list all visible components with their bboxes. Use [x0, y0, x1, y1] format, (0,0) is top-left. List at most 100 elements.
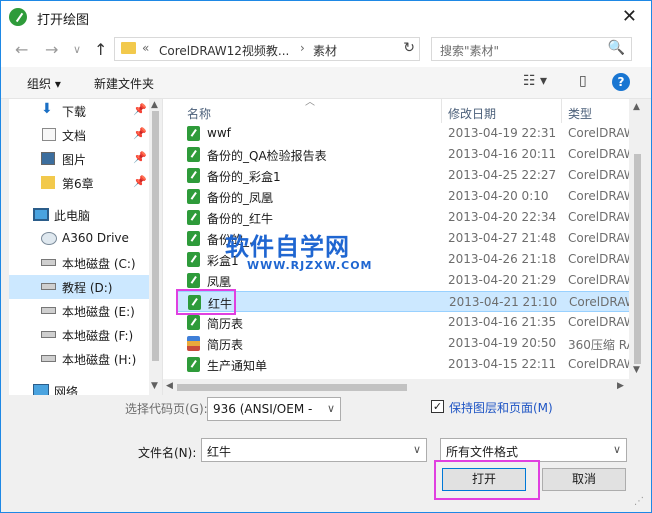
file-date: 2013-04-15 22:11: [448, 357, 557, 371]
up-arrow-icon[interactable]: ↑: [94, 40, 107, 59]
sidebar-item-label: 文档: [62, 129, 87, 143]
cancel-button[interactable]: 取消: [542, 468, 626, 491]
file-row[interactable]: 简历表 2013-04-16 21:35 CorelDRAW: [177, 312, 636, 333]
chevron-down-icon: ∨: [612, 443, 621, 456]
file-name: 简历表: [207, 338, 244, 352]
coreldraw-file-icon: [187, 231, 200, 246]
coreldraw-file-icon: [187, 273, 200, 288]
file-row[interactable]: 凤凰 2013-04-20 21:29 CorelDRAW: [177, 270, 636, 291]
sidebar-item-drive-c[interactable]: 本地磁盘 (C:): [9, 251, 149, 275]
scroll-right-icon[interactable]: ▶: [617, 381, 624, 391]
codepage-value: 936 (ANSI/OEM -: [213, 402, 313, 416]
address-separator[interactable]: ›: [300, 41, 305, 55]
filename-value: 红牛: [207, 445, 232, 459]
file-date: 2013-04-20 21:29: [448, 273, 557, 287]
file-type: CorelDRAW: [568, 147, 636, 161]
file-row[interactable]: 备份的_彩盒1 2013-04-25 22:27 CorelDRAW: [177, 165, 636, 186]
sidebar-item-chapter6[interactable]: 第6章 📌: [9, 171, 149, 195]
file-date: 2013-04-25 22:27: [448, 168, 557, 182]
scroll-up-icon[interactable]: ▲: [633, 102, 640, 112]
file-type: CorelDRAW: [568, 273, 636, 287]
back-arrow-icon[interactable]: ←: [15, 40, 28, 59]
file-row[interactable]: 生产通知单 2013-04-15 22:11 CorelDRAW: [177, 354, 636, 375]
preview-pane-icon[interactable]: ▯: [579, 73, 587, 89]
sidebar-item-documents[interactable]: 文档 📌: [9, 123, 149, 147]
resize-grip-icon[interactable]: ⋰: [634, 496, 644, 507]
coreldraw-file-icon: [187, 357, 200, 372]
scroll-thumb[interactable]: [634, 154, 641, 364]
forward-arrow-icon[interactable]: →: [45, 40, 58, 59]
refresh-icon[interactable]: ↻: [403, 40, 415, 56]
column-header-type[interactable]: 类型: [568, 105, 592, 122]
sidebar-item-drive-e[interactable]: 本地磁盘 (E:): [9, 299, 149, 323]
file-date: 2013-04-21 21:10: [449, 295, 558, 309]
filename-input[interactable]: 红牛 ∨: [201, 438, 427, 462]
sidebar-item-downloads[interactable]: ⬇ 下载 📌: [9, 99, 149, 123]
organize-button[interactable]: 组织 ▾: [27, 75, 61, 92]
file-type: CorelDRAW: [568, 252, 636, 266]
scroll-thumb[interactable]: [177, 384, 407, 391]
file-type: CorelDRAW: [568, 357, 636, 371]
search-input[interactable]: 搜索"素材": [440, 42, 499, 59]
view-options-icon[interactable]: ☷ ▾: [523, 73, 547, 89]
codepage-dropdown[interactable]: 936 (ANSI/OEM - ∨: [207, 397, 341, 421]
file-row[interactable]: 备份的_凤凰 2013-04-20 0:10 CorelDRAW: [177, 186, 636, 207]
sidebar-item-pictures[interactable]: 图片 📌: [9, 147, 149, 171]
keep-layers-label[interactable]: 保持图层和页面(M): [449, 399, 553, 416]
sidebar-item-network[interactable]: 网络: [9, 379, 149, 395]
column-divider[interactable]: [441, 99, 442, 123]
file-list-vertical-scrollbar[interactable]: ▲ ▼: [629, 99, 645, 380]
scroll-thumb[interactable]: [152, 111, 159, 361]
codepage-label: 选择代码页(G):: [125, 402, 208, 416]
new-folder-button[interactable]: 新建文件夹: [94, 75, 154, 92]
scroll-left-icon[interactable]: ◀: [166, 381, 173, 391]
keep-layers-checkbox[interactable]: ✓: [431, 400, 444, 413]
file-row[interactable]: wwf 2013-04-19 22:31 CorelDRAW: [177, 123, 636, 144]
scroll-up-icon[interactable]: ▲: [151, 100, 158, 110]
sidebar-scrollbar[interactable]: ▲ ▼: [149, 99, 162, 395]
sidebar-item-this-pc[interactable]: 此电脑: [9, 203, 149, 227]
address-segment-parent[interactable]: CorelDRAW12视频教...: [159, 42, 289, 59]
sidebar-item-drive-d[interactable]: 教程 (D:): [9, 275, 149, 299]
file-row[interactable]: 备份的_红牛 2013-04-20 22:34 CorelDRAW: [177, 207, 636, 228]
file-row-selected[interactable]: 红牛 2013-04-21 21:10 CorelDRAW: [177, 291, 637, 312]
sidebar-item-a360-drive[interactable]: A360 Drive: [9, 227, 149, 251]
address-bar[interactable]: « CorelDRAW12视频教... › 素材 ↻: [114, 37, 420, 61]
search-icon[interactable]: 🔍: [608, 40, 625, 56]
pin-icon[interactable]: 📌: [133, 151, 147, 164]
sidebar-item-label: 第6章: [62, 177, 94, 191]
scroll-down-icon[interactable]: ▼: [151, 381, 158, 391]
address-overflow[interactable]: «: [142, 41, 149, 55]
pin-icon[interactable]: 📌: [133, 127, 147, 140]
pin-icon[interactable]: 📌: [133, 103, 147, 116]
computer-icon: [33, 208, 49, 221]
recent-locations-icon[interactable]: ∨: [73, 43, 81, 56]
file-row[interactable]: 简历表 2013-04-19 20:50 360压缩 RA: [177, 333, 635, 354]
download-icon: ⬇: [41, 101, 53, 117]
help-icon[interactable]: ?: [612, 73, 630, 91]
scroll-down-icon[interactable]: ▼: [633, 365, 640, 375]
file-date: 2013-04-20 0:10: [448, 189, 549, 203]
close-icon[interactable]: ✕: [622, 6, 637, 27]
chevron-down-icon[interactable]: ∨: [413, 443, 421, 456]
file-row[interactable]: 备份的_QA检验报告表 2013-04-16 20:11 CorelDRAW: [177, 144, 636, 165]
annotation-highlight: [434, 460, 540, 500]
sidebar-item-drive-f[interactable]: 本地磁盘 (F:): [9, 323, 149, 347]
sidebar-item-drive-h[interactable]: 本地磁盘 (H:): [9, 347, 149, 371]
file-date: 2013-04-19 20:50: [448, 336, 557, 350]
file-type-value: 所有文件格式: [446, 445, 519, 459]
drive-icon: [41, 331, 56, 338]
column-header-date[interactable]: 修改日期: [448, 105, 496, 122]
file-type-dropdown[interactable]: 所有文件格式 ∨: [440, 438, 627, 462]
file-name: 简历表: [207, 317, 244, 331]
search-box[interactable]: 搜索"素材" 🔍: [431, 37, 632, 61]
address-segment-current[interactable]: 素材: [313, 42, 337, 59]
sidebar-item-label: 下载: [62, 105, 87, 119]
coreldraw-file-icon: [187, 168, 200, 183]
sidebar-item-label: 此电脑: [54, 209, 91, 223]
pin-icon[interactable]: 📌: [133, 175, 147, 188]
file-type: CorelDRAW: [568, 168, 636, 182]
column-divider[interactable]: [561, 99, 562, 123]
file-list-horizontal-scrollbar[interactable]: ◀ ▶: [163, 379, 629, 395]
column-header-name[interactable]: 名称: [187, 105, 211, 122]
